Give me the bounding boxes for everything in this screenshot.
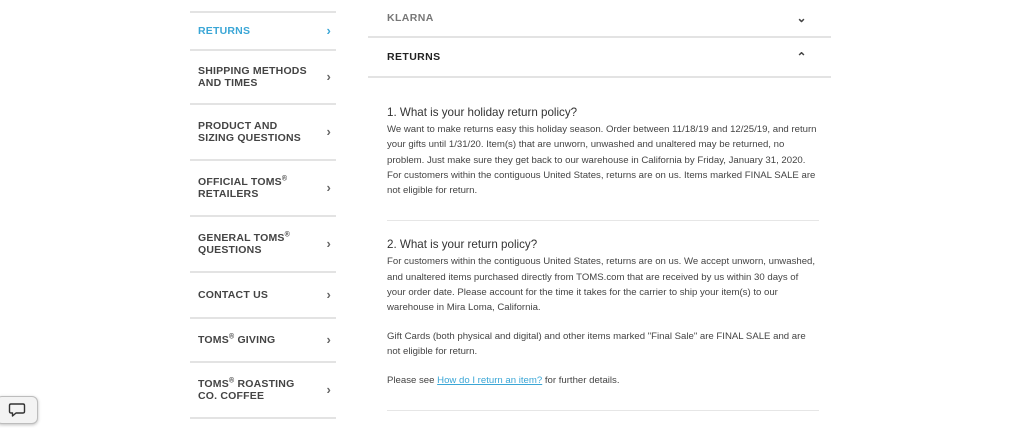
chevron-right-icon: › (326, 23, 331, 38)
faq-see-more: Please see How do I return an item? for … (387, 374, 620, 386)
sidebar-item-label: TOMS® GIVING (198, 333, 276, 347)
chevron-right-icon: › (326, 332, 331, 347)
return-item-link[interactable]: How do I return an item? (437, 375, 542, 386)
chevron-right-icon: › (326, 124, 331, 139)
chevron-right-icon: › (326, 180, 331, 195)
accordion-returns[interactable]: RETURNS ⌃ (368, 38, 831, 78)
sidebar-item-product-sizing[interactable]: PRODUCT AND SIZING QUESTIONS › (190, 105, 336, 161)
chat-button[interactable] (0, 396, 38, 424)
sidebar-item-label: PRODUCT AND SIZING QUESTIONS (198, 120, 301, 144)
chevron-right-icon: › (326, 287, 331, 302)
sidebar-item-roasting-coffee[interactable]: TOMS® ROASTING CO. COFFEE › (190, 363, 336, 419)
sidebar-item-shipping[interactable]: SHIPPING METHODS AND TIMES › (190, 51, 336, 105)
faq-item: 1. What is your holiday return policy? W… (387, 78, 819, 222)
chevron-right-icon: › (326, 382, 331, 397)
sidebar-item-label: OFFICIAL TOMS® RETAILERS (198, 175, 288, 201)
accordion-title: RETURNS (387, 51, 441, 63)
sidebar-item-label: TOMS® ROASTING CO. COFFEE (198, 377, 295, 403)
faq-answer-gift-cards: Gift Cards (both physical and digital) a… (387, 331, 806, 358)
sidebar-item-general-questions[interactable]: GENERAL TOMS® QUESTIONS › (190, 217, 336, 273)
faq-answer: For customers within the contiguous Unit… (387, 256, 816, 314)
chevron-down-icon: ⌄ (796, 11, 807, 25)
sidebar-item-label: CONTACT US (198, 289, 269, 301)
faq-answer: We want to make returns easy this holida… (387, 124, 817, 197)
sidebar-item-official-retailers[interactable]: OFFICIAL TOMS® RETAILERS › (190, 161, 336, 217)
faq-question: 2. What is your return policy? (387, 238, 538, 252)
accordion-klarna[interactable]: KLARNA ⌄ (368, 0, 831, 38)
chat-bubble-icon (8, 403, 26, 417)
sidebar-item-label: SHIPPING METHODS AND TIMES (198, 65, 307, 89)
divider (387, 410, 819, 411)
accordion-title: KLARNA (387, 12, 434, 24)
faq-content: KLARNA ⌄ RETURNS ⌃ 1. What is your holid… (368, 0, 831, 388)
sidebar-item-contact-us[interactable]: CONTACT US › (190, 273, 336, 319)
returns-panel: 1. What is your holiday return policy? W… (368, 78, 831, 388)
sidebar-item-label: RETURNS (198, 25, 251, 37)
faq-item: 2. What is your return policy? For custo… (387, 221, 819, 388)
chevron-right-icon: › (326, 236, 331, 251)
chevron-up-icon: ⌃ (796, 50, 807, 64)
faq-sidebar: RETURNS › SHIPPING METHODS AND TIMES › P… (190, 0, 336, 419)
sidebar-item-returns[interactable]: RETURNS › (190, 11, 336, 51)
sidebar-item-giving[interactable]: TOMS® GIVING › (190, 319, 336, 363)
chevron-right-icon: › (326, 69, 331, 84)
faq-question: 1. What is your holiday return policy? (387, 106, 578, 119)
sidebar-item-label: GENERAL TOMS® QUESTIONS (198, 231, 290, 257)
